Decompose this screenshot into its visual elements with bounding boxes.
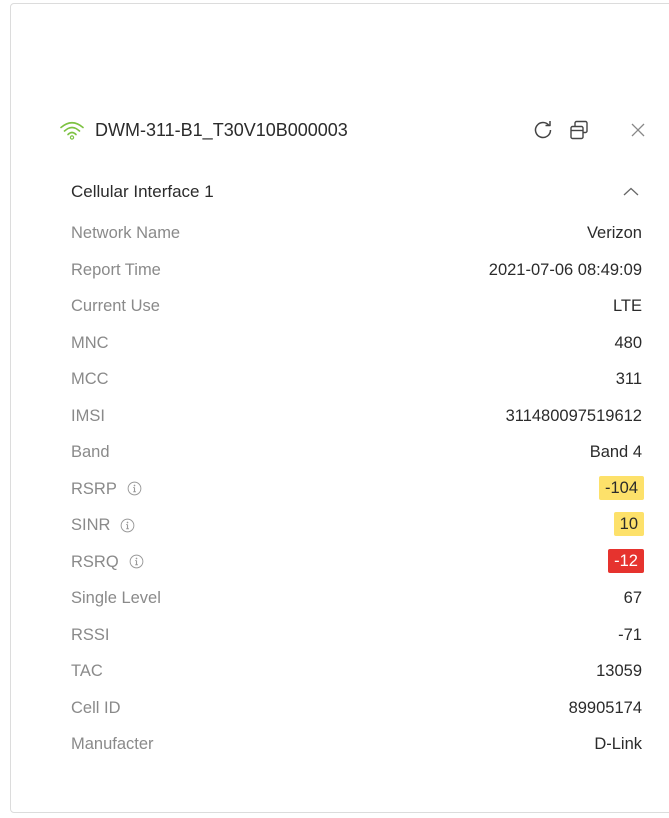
info-row-rssi: RSSI -71 bbox=[71, 620, 644, 657]
row-label: MNC bbox=[71, 332, 109, 354]
cellular-interface-section: Cellular Interface 1 Network Name Verizon… bbox=[71, 180, 644, 753]
row-value: 89905174 bbox=[568, 698, 642, 717]
row-value: D-Link bbox=[594, 735, 642, 753]
row-label-text: MNC bbox=[71, 333, 109, 352]
row-value: 311480097519612 bbox=[505, 406, 642, 425]
row-label-text: RSRQ bbox=[71, 552, 119, 571]
popout-button[interactable] bbox=[567, 118, 591, 142]
row-value: LTE bbox=[612, 297, 642, 315]
row-label-text: Network Name bbox=[71, 224, 181, 242]
info-row-rsrp: RSRP -104 bbox=[71, 474, 644, 511]
row-value: 67 bbox=[623, 589, 642, 607]
row-label-text: MCC bbox=[71, 370, 109, 388]
info-row-mnc: MNC 480 bbox=[71, 328, 644, 365]
row-label: RSSI bbox=[71, 624, 110, 646]
row-label: IMSI bbox=[71, 405, 105, 427]
info-icon[interactable] bbox=[129, 554, 144, 569]
row-label: RSRP bbox=[71, 478, 142, 500]
row-label: Current Use bbox=[71, 295, 160, 317]
row-label-text: RSRP bbox=[71, 479, 117, 498]
row-label: Cell ID bbox=[71, 697, 121, 719]
row-label-text: Report Time bbox=[71, 260, 161, 279]
info-row-imsi: IMSI 311480097519612 bbox=[71, 401, 644, 438]
row-label: TAC bbox=[71, 660, 103, 682]
info-row-single-level: Single Level 67 bbox=[71, 583, 644, 620]
chevron-up-icon bbox=[623, 187, 639, 196]
info-rows: Network Name Verizon Report Time 2021-07-06… bbox=[71, 218, 644, 766]
info-row-tac: TAC 13059 bbox=[71, 656, 644, 693]
info-row-band: Band Band 4 bbox=[71, 437, 644, 474]
info-row-manufacter: Manufacter D-Link bbox=[71, 729, 644, 766]
status-badge: -104 bbox=[598, 475, 644, 500]
info-icon[interactable] bbox=[127, 481, 142, 496]
row-label: SINR bbox=[71, 514, 135, 536]
info-row-sinr: SINR 10 bbox=[71, 510, 644, 547]
info-row-network-name: Network Name Verizon bbox=[71, 218, 644, 255]
row-label: Manufacter bbox=[71, 733, 154, 755]
row-value: 311 bbox=[615, 370, 642, 388]
row-label-text: Single Level bbox=[71, 589, 161, 607]
row-label: Single Level bbox=[71, 587, 161, 609]
row-label: MCC bbox=[71, 368, 109, 390]
section-title: Cellular Interface 1 bbox=[71, 182, 214, 201]
row-label-text: Current Use bbox=[71, 297, 160, 315]
refresh-button[interactable] bbox=[531, 118, 555, 142]
info-row-cell-id: Cell ID 89905174 bbox=[71, 693, 644, 730]
row-label: Band bbox=[71, 441, 110, 463]
info-icon[interactable] bbox=[120, 518, 135, 533]
row-value: 2021-07-06 08:49:09 bbox=[488, 260, 642, 279]
device-name: DWM-311-B1_T30V10B000003 bbox=[95, 120, 348, 140]
row-label-text: RSSI bbox=[71, 625, 110, 644]
row-value: 13059 bbox=[596, 662, 642, 680]
info-row-report-time: Report Time 2021-07-06 08:49:09 bbox=[71, 255, 644, 292]
info-row-current-use: Current Use LTE bbox=[71, 291, 644, 328]
info-row-rsrq: RSRQ -12 bbox=[71, 547, 644, 584]
row-label-text: Cell ID bbox=[71, 698, 121, 717]
close-icon bbox=[631, 123, 645, 137]
row-value: Verizon bbox=[586, 224, 642, 242]
close-button[interactable] bbox=[626, 118, 650, 142]
row-label: Report Time bbox=[71, 259, 161, 281]
row-label: Network Name bbox=[71, 222, 180, 244]
row-label-text: Band bbox=[71, 443, 110, 461]
status-badge: 10 bbox=[613, 512, 644, 536]
device-detail-panel: DWM-311-B1_T30V10B000003 Cellular Interf… bbox=[10, 3, 669, 813]
row-value: -71 bbox=[618, 625, 642, 644]
info-row-mcc: MCC 311 bbox=[71, 364, 644, 401]
popout-window-icon bbox=[570, 120, 588, 140]
row-label: RSRQ bbox=[71, 551, 144, 573]
wifi-signal-icon bbox=[59, 120, 85, 140]
collapse-button[interactable] bbox=[620, 180, 642, 204]
row-label-text: IMSI bbox=[71, 406, 105, 425]
row-value: 480 bbox=[614, 333, 642, 352]
row-label-text: TAC bbox=[71, 662, 103, 680]
refresh-icon bbox=[534, 121, 552, 139]
row-value: Band 4 bbox=[589, 443, 642, 461]
panel-header: DWM-311-B1_T30V10B000003 bbox=[59, 118, 645, 146]
row-label-text: Manufacter bbox=[71, 735, 154, 753]
row-label-text: SINR bbox=[71, 516, 111, 534]
status-badge: -12 bbox=[608, 548, 644, 573]
